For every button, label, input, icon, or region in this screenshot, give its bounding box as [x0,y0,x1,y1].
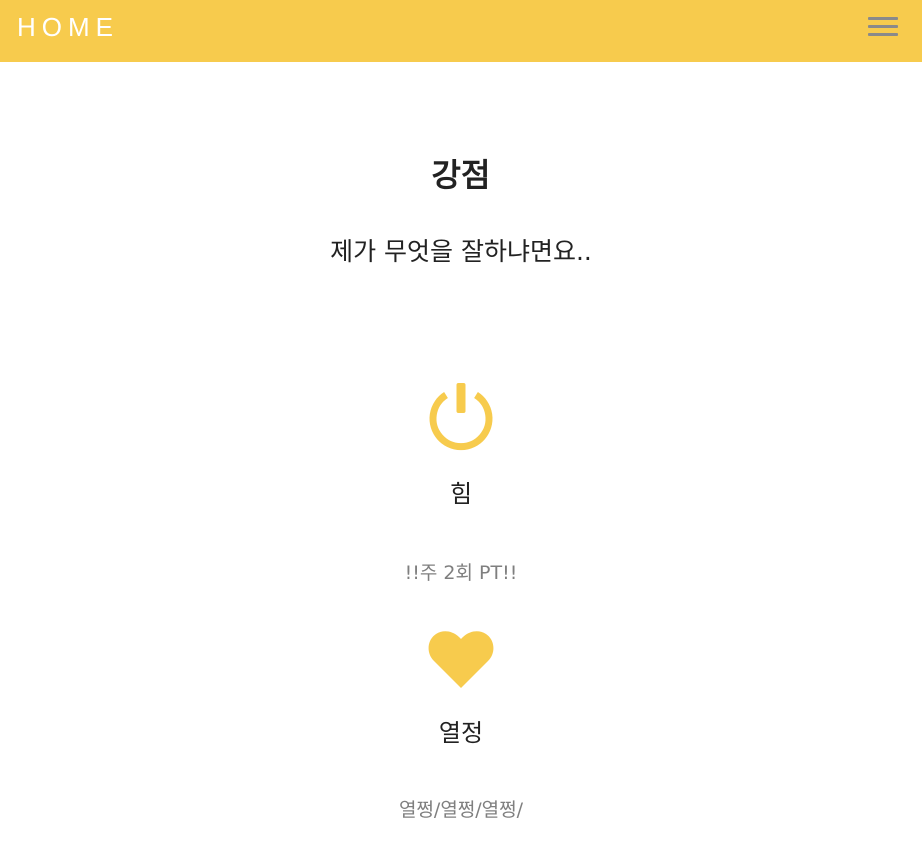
feature-text-power: !!주 2회 PT!! [404,562,518,584]
heart-icon [428,631,494,688]
menu-toggle-button[interactable] [862,12,904,46]
hamburger-menu-icon-bar [868,25,898,28]
section-title: 강점 [431,156,491,194]
feature-power [0,382,922,456]
feature-title-power: 힘 [449,480,473,508]
power-icon [429,383,493,451]
feature-title-heart: 열정 [438,719,484,747]
navbar: HOME [0,0,922,62]
brand-home-link[interactable]: HOME [17,12,119,42]
feature-text-heart: 열쩡/열쩡/열쩡/ [398,799,524,821]
hamburger-menu-icon [868,17,898,20]
hamburger-menu-icon-bar [868,33,898,36]
feature-heart [0,628,922,694]
section-subtitle: 제가 무엇을 잘하냐면요.. [330,237,592,266]
